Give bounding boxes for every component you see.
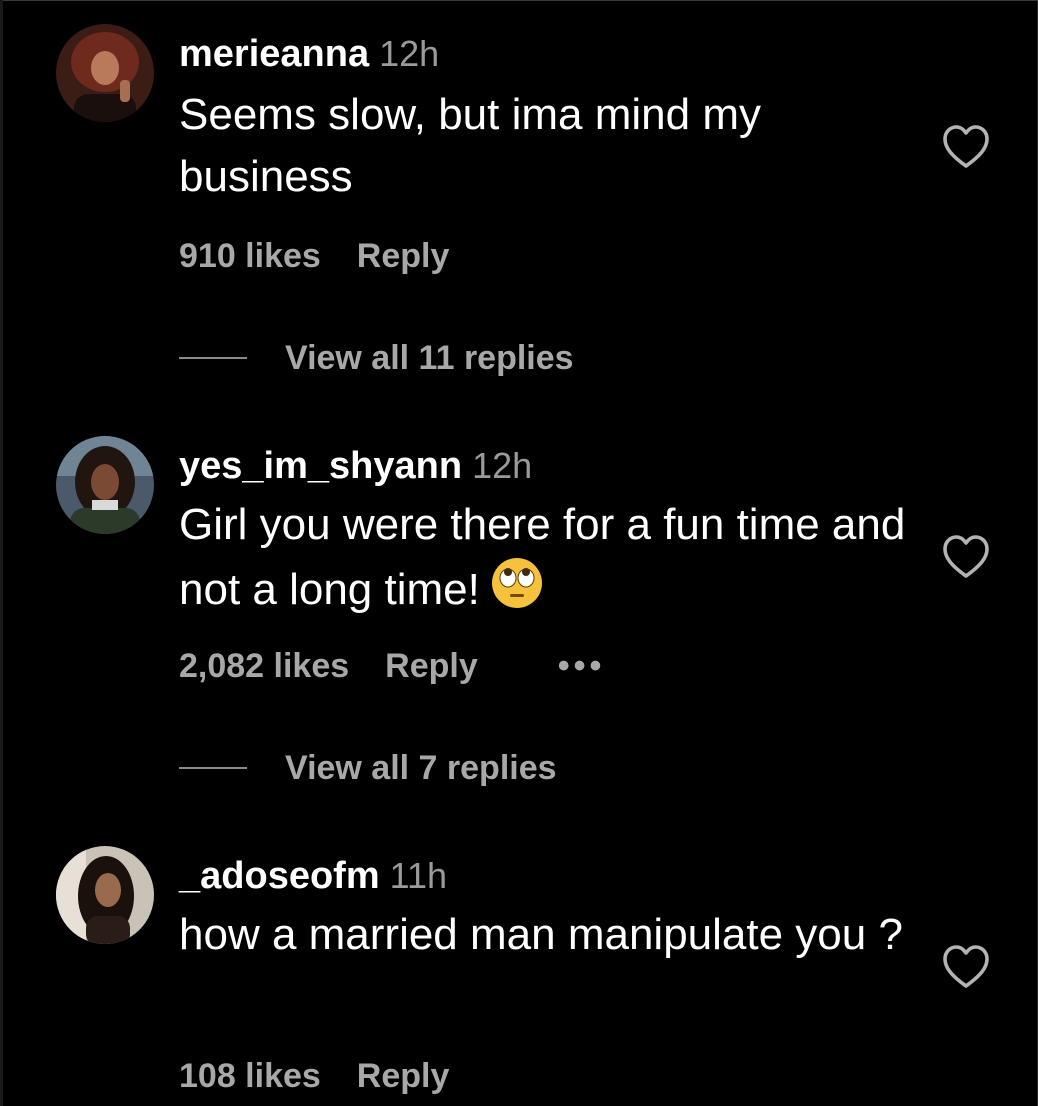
- avatar[interactable]: [56, 24, 154, 122]
- reply-button[interactable]: Reply: [357, 1057, 450, 1095]
- like-count[interactable]: 2,082 likes: [179, 647, 349, 685]
- view-replies-button[interactable]: View all 7 replies: [179, 746, 557, 790]
- avatar[interactable]: [56, 846, 154, 944]
- comment-time: 11h: [389, 855, 448, 896]
- comment-time: 12h: [472, 445, 533, 486]
- more-options-icon[interactable]: •••: [558, 647, 606, 685]
- like-count[interactable]: 910 likes: [179, 237, 321, 275]
- comment-username[interactable]: yes_im_shyann: [179, 445, 462, 487]
- like-count[interactable]: 108 likes: [179, 1057, 321, 1095]
- comment-text: Seems slow, but ima mind my business: [179, 90, 761, 201]
- reply-button[interactable]: Reply: [385, 647, 478, 685]
- replies-divider: [179, 357, 247, 359]
- heart-outline-icon[interactable]: [942, 944, 990, 990]
- comment-username[interactable]: merieanna: [179, 33, 369, 75]
- reply-button[interactable]: Reply: [357, 237, 450, 275]
- view-replies-label: View all 7 replies: [285, 749, 557, 787]
- avatar[interactable]: [56, 436, 154, 534]
- face-with-rolling-eyes-icon: [490, 556, 544, 627]
- view-replies-button[interactable]: View all 11 replies: [179, 336, 574, 380]
- comment-time: 12h: [379, 33, 440, 74]
- heart-outline-icon[interactable]: [942, 534, 990, 580]
- comment-text: how a married man manipulate you ?: [179, 910, 903, 959]
- view-replies-label: View all 11 replies: [285, 339, 574, 377]
- replies-divider: [179, 767, 247, 769]
- heart-outline-icon[interactable]: [942, 124, 990, 170]
- comment-username[interactable]: _adoseofm: [179, 855, 380, 897]
- window-edge: [0, 0, 3, 1106]
